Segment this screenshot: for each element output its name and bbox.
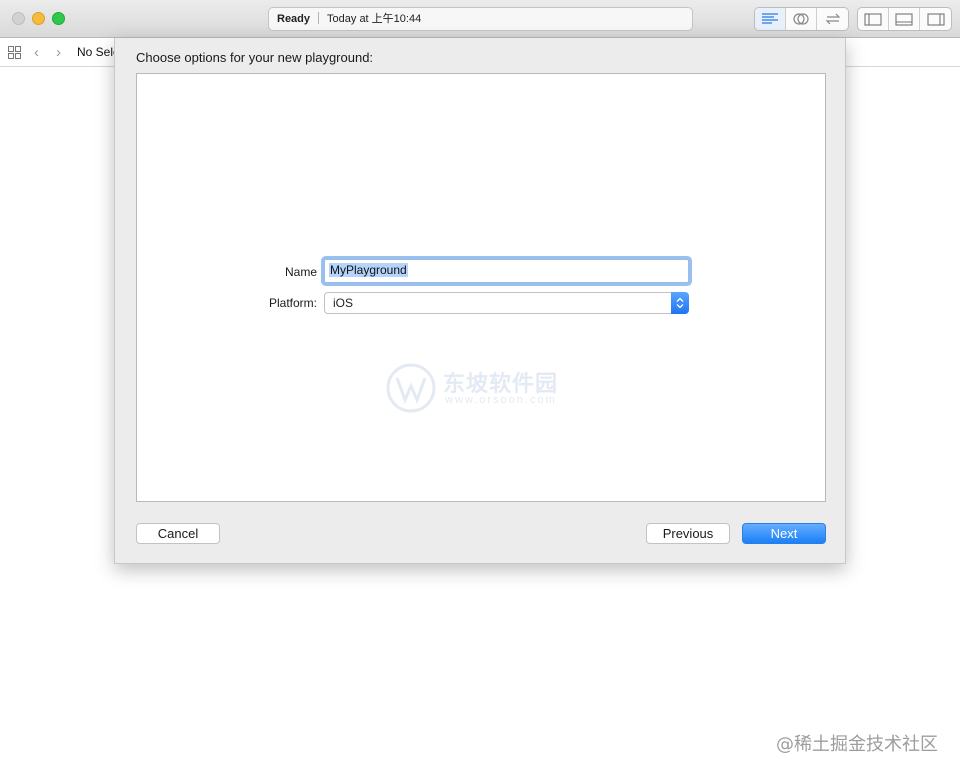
options-panel: Name MyPlayground Platform: iOS 东坡软件园 ww…	[136, 73, 826, 502]
assistant-editor-icon	[793, 13, 809, 25]
name-label: Name	[284, 265, 317, 279]
assistant-editor-button[interactable]	[786, 8, 817, 30]
new-playground-sheet: Choose options for your new playground: …	[114, 38, 846, 564]
toggle-navigator-button[interactable]	[858, 8, 889, 30]
right-panel-icon	[926, 12, 945, 26]
corner-watermark: @稀土掘金技术社区	[776, 734, 938, 755]
watermark: 东坡软件园 www.orsoon.com	[385, 362, 585, 418]
bottom-panel-icon	[895, 12, 913, 26]
status-time: Today at 上午10:44	[327, 13, 422, 25]
platform-select-value: iOS	[333, 296, 354, 310]
sheet-title: Choose options for your new playground:	[136, 50, 374, 65]
editor-mode-group	[754, 7, 849, 31]
forward-chevron-icon[interactable]: ›	[56, 44, 61, 61]
platform-label: Platform:	[268, 296, 317, 310]
version-editor-icon	[825, 13, 840, 25]
select-stepper-icon	[671, 292, 689, 314]
minimize-window-button[interactable]	[32, 12, 45, 25]
panel-toggle-group	[857, 7, 952, 31]
status-separator	[318, 12, 320, 24]
watermark-url: www.orsoon.com	[445, 394, 557, 406]
name-input-value: MyPlayground	[329, 263, 408, 277]
toggle-utilities-button[interactable]	[920, 8, 951, 30]
related-items-grid-icon[interactable]	[8, 46, 21, 59]
activity-status-bar: Ready Today at 上午10:44	[268, 7, 693, 31]
status-state: Ready	[277, 13, 311, 25]
standard-editor-button[interactable]	[755, 8, 786, 30]
zoom-window-button[interactable]	[52, 12, 65, 25]
name-input[interactable]: MyPlayground	[324, 259, 689, 283]
next-button[interactable]: Next	[742, 523, 826, 544]
window-titlebar: Ready Today at 上午10:44	[0, 0, 960, 38]
platform-select[interactable]: iOS	[324, 292, 689, 314]
version-editor-button[interactable]	[817, 8, 848, 30]
standard-editor-icon	[762, 13, 778, 24]
back-chevron-icon[interactable]: ‹	[34, 44, 39, 61]
left-panel-icon	[864, 12, 882, 26]
close-window-button[interactable]	[12, 12, 25, 25]
cancel-button[interactable]: Cancel	[136, 523, 220, 544]
watermark-logo-icon	[386, 363, 436, 413]
toggle-debug-area-button[interactable]	[889, 8, 920, 30]
previous-button[interactable]: Previous	[646, 523, 730, 544]
